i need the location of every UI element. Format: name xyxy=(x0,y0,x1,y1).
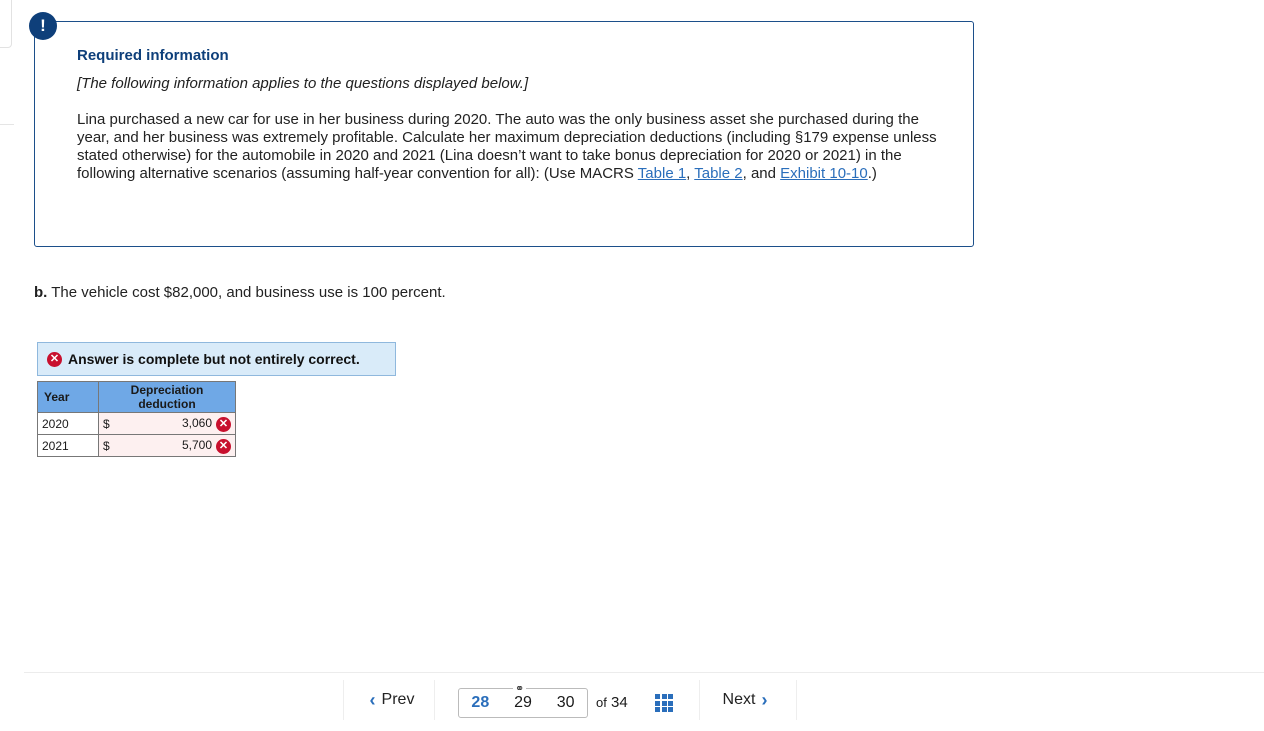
question-label: b. xyxy=(34,284,48,301)
prev-label: Prev xyxy=(381,691,415,708)
currency-cell: $ xyxy=(98,434,117,457)
answer-status-banner: ✕ Answer is complete but not entirely co… xyxy=(37,342,396,376)
incorrect-icon: ✕ xyxy=(216,438,231,454)
separator: , and xyxy=(742,165,781,182)
value-cell[interactable]: 5,700 ✕ xyxy=(117,434,236,457)
page-30[interactable]: 30 xyxy=(557,694,575,712)
required-info-body: Lina purchased a new car for use in her … xyxy=(77,111,947,183)
year-cell: 2020 xyxy=(37,412,99,435)
required-info-title: Required information xyxy=(77,47,229,64)
grid-icon[interactable] xyxy=(655,694,673,712)
total-pages: 34 xyxy=(611,694,628,711)
table-row: 2020 $ 3,060 ✕ xyxy=(37,412,236,435)
year-cell: 2021 xyxy=(37,434,99,457)
table-2-link[interactable]: Table 2 xyxy=(694,165,742,182)
of-label: of xyxy=(596,695,607,710)
header-depreciation: Depreciation deduction xyxy=(98,381,236,413)
next-label: Next xyxy=(722,691,756,708)
table-1-link[interactable]: Table 1 xyxy=(638,165,686,182)
prev-button[interactable]: ‹ Prev xyxy=(343,680,435,720)
alert-icon: ! xyxy=(29,12,57,40)
chevron-right-icon: › xyxy=(761,689,768,710)
currency-cell: $ xyxy=(98,412,117,435)
value-text: 3,060 xyxy=(181,415,212,430)
required-info-subtitle: [The following information applies to th… xyxy=(77,75,529,92)
chevron-left-icon: ‹ xyxy=(369,689,376,710)
divider xyxy=(0,124,14,125)
page-total: of 34 xyxy=(596,694,628,711)
page-28[interactable]: 28 xyxy=(471,694,489,712)
footer-divider xyxy=(24,672,1264,673)
value-cell[interactable]: 3,060 ✕ xyxy=(117,412,236,435)
question-text: b. The vehicle cost $82,000, and busines… xyxy=(34,284,446,301)
header-year: Year xyxy=(37,381,99,413)
question-body: The vehicle cost $82,000, and business u… xyxy=(47,284,446,301)
status-text: Answer is complete but not entirely corr… xyxy=(68,351,360,367)
incorrect-icon: ✕ xyxy=(216,416,231,432)
table-row: 2021 $ 5,700 ✕ xyxy=(37,434,236,457)
exhibit-link[interactable]: Exhibit 10-10 xyxy=(780,165,868,182)
next-button[interactable]: Next › xyxy=(699,680,797,720)
link-icon: ⚭ xyxy=(513,682,527,695)
body-end: .) xyxy=(867,165,877,182)
incorrect-icon: ✕ xyxy=(47,351,62,367)
table-header: Year Depreciation deduction xyxy=(37,381,236,413)
page-29[interactable]: 29 xyxy=(514,694,532,712)
value-text: 5,700 xyxy=(181,437,212,452)
answer-table: Year Depreciation deduction 2020 $ 3,060… xyxy=(37,381,236,457)
side-panel-fragment xyxy=(0,0,12,48)
